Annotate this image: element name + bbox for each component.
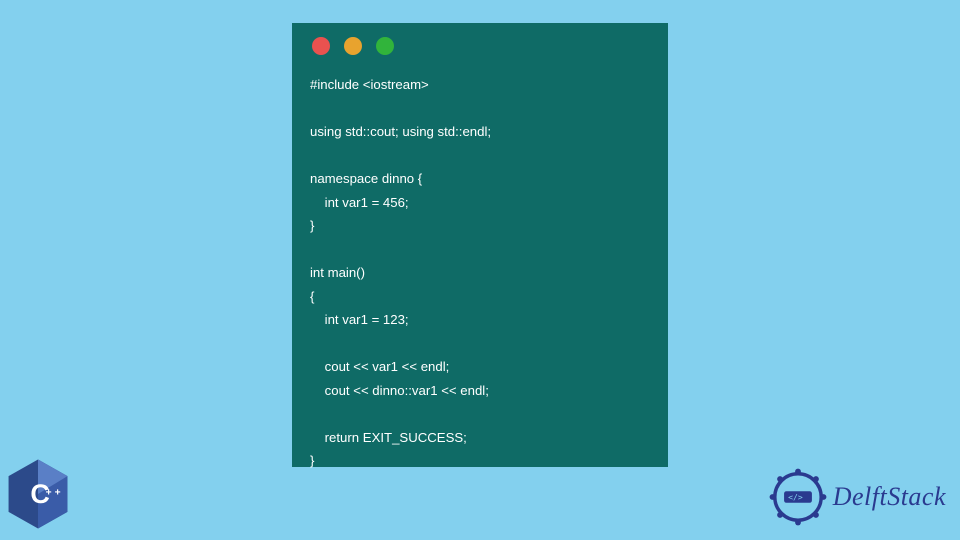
- cpp-logo: C + +: [6, 458, 70, 530]
- code-window: #include <iostream> using std::cout; usi…: [292, 23, 668, 467]
- delftstack-mark-icon: </>: [769, 468, 827, 526]
- delftstack-wordmark: DelftStack: [833, 482, 946, 512]
- minimize-icon: [344, 37, 362, 55]
- maximize-icon: [376, 37, 394, 55]
- svg-text:+: +: [55, 487, 61, 498]
- svg-text:+: +: [46, 487, 52, 498]
- close-icon: [312, 37, 330, 55]
- code-block: #include <iostream> using std::cout; usi…: [310, 73, 650, 473]
- cpp-hexagon-icon: C + +: [6, 458, 70, 530]
- window-traffic-lights: [310, 37, 650, 55]
- svg-text:</>: </>: [788, 492, 803, 502]
- delftstack-logo: </> DelftStack: [769, 468, 946, 526]
